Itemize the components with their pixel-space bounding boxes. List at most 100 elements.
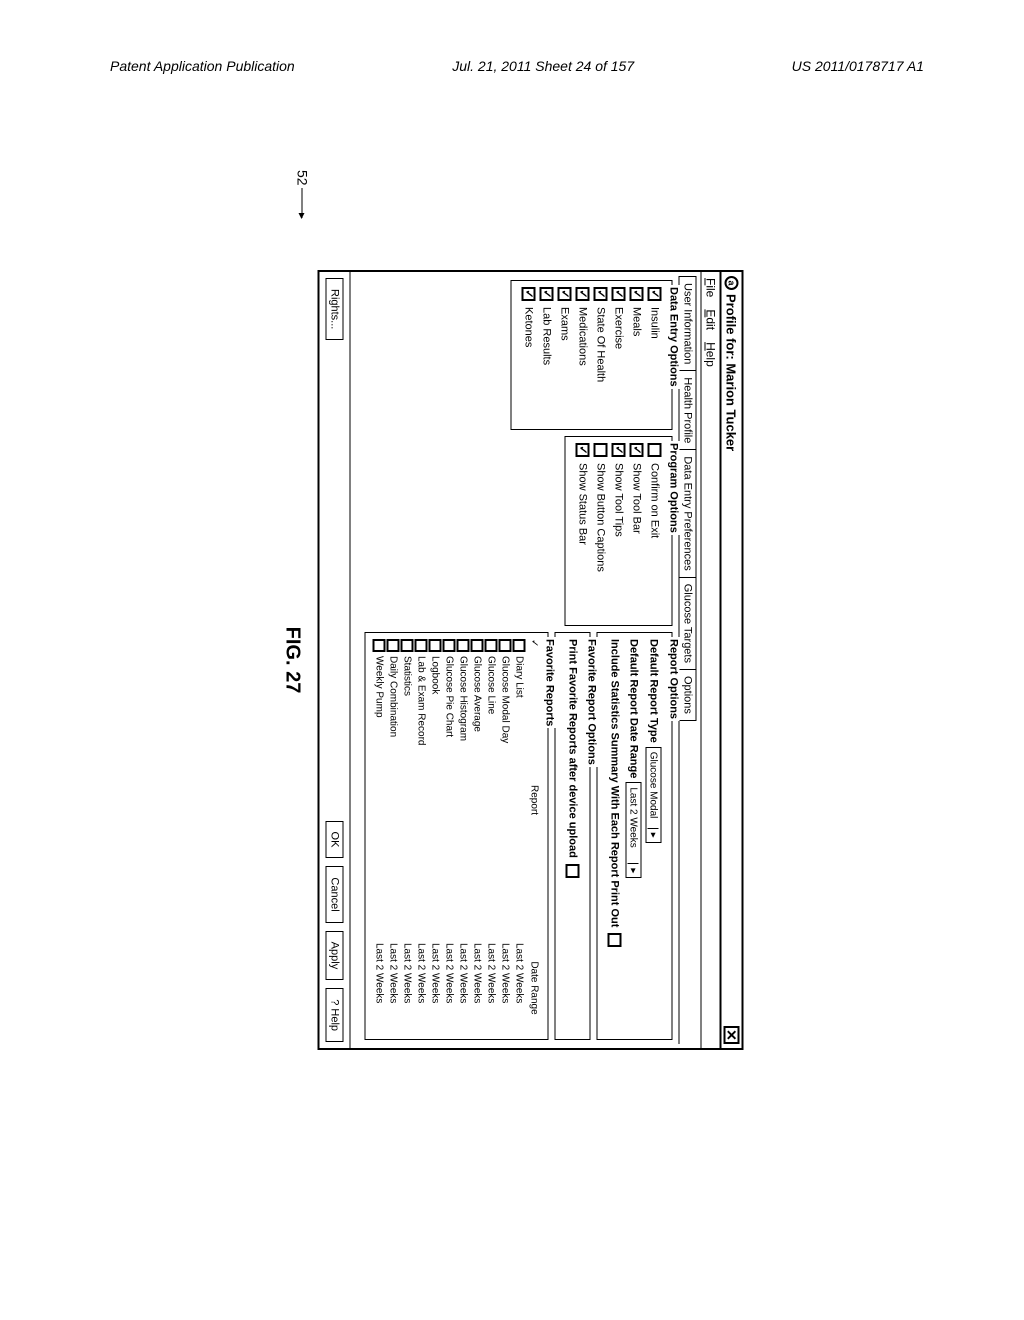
apply-button[interactable]: Apply xyxy=(326,931,344,981)
favorite-report-checkbox[interactable] xyxy=(499,639,512,652)
menu-edit[interactable]: Edit xyxy=(704,309,718,330)
favorite-report-row: Diary List Last 2 Weeks xyxy=(513,639,526,1033)
include-stats-checkbox[interactable] xyxy=(608,933,622,947)
report-options-group: Report Options Default Report Type Gluco… xyxy=(597,632,673,1040)
data-entry-2-checkbox[interactable] xyxy=(612,287,626,301)
data-entry-5-label: Exams xyxy=(559,307,571,341)
close-button[interactable]: ✕ xyxy=(724,1026,740,1044)
data-entry-3-label: State Of Health xyxy=(595,307,607,382)
favorite-report-name: Weekly Pump xyxy=(374,656,385,939)
tab-user-information[interactable]: User Information xyxy=(680,276,697,371)
favorite-report-range: Last 2 Weeks xyxy=(402,943,413,1033)
cancel-button[interactable]: Cancel xyxy=(326,866,344,922)
favorite-report-checkbox[interactable] xyxy=(485,639,498,652)
data-entry-4-checkbox[interactable] xyxy=(576,287,590,301)
program-option-4-label: Show Status Bar xyxy=(577,463,589,545)
tab-health-profile[interactable]: Health Profile xyxy=(680,370,697,450)
favorite-report-row: Glucose Histogram Last 2 Weeks xyxy=(457,639,470,1033)
callout-52: 52 xyxy=(295,170,311,218)
favorite-reports-group: Favorite Reports ✓ Report Date Range Dia… xyxy=(365,632,549,1040)
data-entry-0-checkbox[interactable] xyxy=(648,287,662,301)
favorite-report-row: Glucose LineLast 2 Weeks xyxy=(485,639,498,1033)
favorite-report-checkbox[interactable] xyxy=(513,639,526,652)
menu-help[interactable]: Help xyxy=(704,342,718,367)
page-header: Patent Application Publication Jul. 21, … xyxy=(0,58,1024,74)
program-option-3-label: Show Button Captions xyxy=(595,463,607,572)
favorite-report-name: Glucose Pie Chart xyxy=(444,656,455,939)
favorite-report-options-group: Favorite Report Options Print Favorite R… xyxy=(555,632,591,1040)
favorite-report-name: Glucose Histogram xyxy=(458,656,469,939)
default-report-range-label: Default Report Date Range xyxy=(628,639,640,778)
data-entry-7-checkbox[interactable] xyxy=(522,287,536,301)
pub-left: Patent Application Publication xyxy=(110,58,295,74)
favorite-report-name: Lab & Exam Record xyxy=(416,656,427,939)
favorite-options-title: Favorite Report Options xyxy=(586,637,598,767)
favorite-report-row: LogbookLast 2 Weeks xyxy=(429,639,442,1033)
favorite-report-name: Glucose Line xyxy=(486,656,497,939)
favorite-report-checkbox[interactable] xyxy=(387,639,400,652)
report-options-title: Report Options xyxy=(668,637,680,721)
program-option-0-label: Confirm on Exit xyxy=(649,463,661,538)
favorite-report-row: Daily CombinationLast 2 Weeks xyxy=(387,639,400,1033)
favorite-report-row: Statistics Last 2 Weeks xyxy=(401,639,414,1033)
include-stats-label: Include Statistics Summary With Each Rep… xyxy=(609,639,621,927)
dialog-buttons: Rights... OK Cancel Apply ? Help xyxy=(320,272,351,1048)
help-button[interactable]: ? Help xyxy=(326,988,344,1042)
favorite-report-checkbox[interactable] xyxy=(471,639,484,652)
default-report-type-label: Default Report Type xyxy=(648,639,660,743)
program-option-2-checkbox[interactable] xyxy=(612,443,626,457)
favorite-report-checkbox[interactable] xyxy=(401,639,414,652)
options-panel: Data Entry Options InsulinMealsExerciseS… xyxy=(355,276,680,1044)
tab-options[interactable]: Options xyxy=(680,669,697,721)
dropdown-arrow-icon: ▸ xyxy=(628,863,639,877)
data-entry-3-checkbox[interactable] xyxy=(594,287,608,301)
program-option-1-checkbox[interactable] xyxy=(630,443,644,457)
favorite-report-range: Last 2 Weeks xyxy=(388,943,399,1033)
default-report-type-combo[interactable]: Glucose Modal ▸ xyxy=(646,747,662,843)
favorite-report-range: Last 2 Weeks xyxy=(458,943,469,1033)
favorite-report-row: Glucose Modal Day Last 2 Weeks xyxy=(499,639,512,1033)
favorite-report-checkbox[interactable] xyxy=(373,639,386,652)
favorite-report-range: Last 2 Weeks xyxy=(472,943,483,1033)
tab-glucose-targets[interactable]: Glucose Targets xyxy=(680,577,697,670)
favorite-report-checkbox[interactable] xyxy=(415,639,428,652)
print-after-upload-label: Print Favorite Reports after device uplo… xyxy=(567,639,579,858)
favorite-report-name: Diary List xyxy=(514,656,525,939)
data-entry-2-label: Exercise xyxy=(613,307,625,349)
program-options-title: Program Options xyxy=(668,441,680,535)
favorite-report-range: Last 2 Weeks xyxy=(374,943,385,1033)
program-option-0-checkbox[interactable] xyxy=(648,443,662,457)
titlebar: a Profile for: Marion Tucker ✕ xyxy=(720,272,742,1048)
favorite-report-range: Last 2 Weeks xyxy=(514,943,525,1033)
favorite-report-range: Last 2 Weeks xyxy=(430,943,441,1033)
print-after-upload-checkbox[interactable] xyxy=(566,864,580,878)
program-option-2-label: Show Tool Tips xyxy=(613,463,625,537)
profile-window: a Profile for: Marion Tucker ✕ File Edit… xyxy=(318,270,744,1050)
dropdown-arrow-icon: ▸ xyxy=(648,828,659,842)
favorite-reports-title: Favorite Reports xyxy=(544,637,556,728)
program-option-1-label: Show Tool Bar xyxy=(631,463,643,534)
rights-button[interactable]: Rights... xyxy=(326,278,344,340)
data-entry-5-checkbox[interactable] xyxy=(558,287,572,301)
favorite-report-range: Last 2 Weeks xyxy=(444,943,455,1033)
favorite-report-checkbox[interactable] xyxy=(457,639,470,652)
favorite-report-name: Statistics xyxy=(402,656,413,939)
app-icon: a xyxy=(725,276,739,290)
favorite-report-range: Last 2 Weeks xyxy=(416,943,427,1033)
menubar: File Edit Help xyxy=(701,272,720,1048)
data-entry-6-checkbox[interactable] xyxy=(540,287,554,301)
tab-data-entry-prefs[interactable]: Data Entry Preferences xyxy=(680,449,697,577)
program-option-4-checkbox[interactable] xyxy=(576,443,590,457)
program-option-3-checkbox[interactable] xyxy=(594,443,608,457)
data-entry-1-checkbox[interactable] xyxy=(630,287,644,301)
menu-file[interactable]: File xyxy=(704,278,718,297)
data-entry-options-group: Data Entry Options InsulinMealsExerciseS… xyxy=(511,280,673,430)
favorite-report-range: Last 2 Weeks xyxy=(500,943,511,1033)
data-entry-6-label: Lab Results xyxy=(541,307,553,365)
favorite-report-row: Glucose Pie Chart Last 2 Weeks xyxy=(443,639,456,1033)
default-report-range-combo[interactable]: Last 2 Weeks ▸ xyxy=(626,782,642,878)
favorite-report-name: Glucose Modal Day xyxy=(500,656,511,939)
favorite-report-checkbox[interactable] xyxy=(429,639,442,652)
favorite-report-checkbox[interactable] xyxy=(443,639,456,652)
ok-button[interactable]: OK xyxy=(326,821,344,859)
